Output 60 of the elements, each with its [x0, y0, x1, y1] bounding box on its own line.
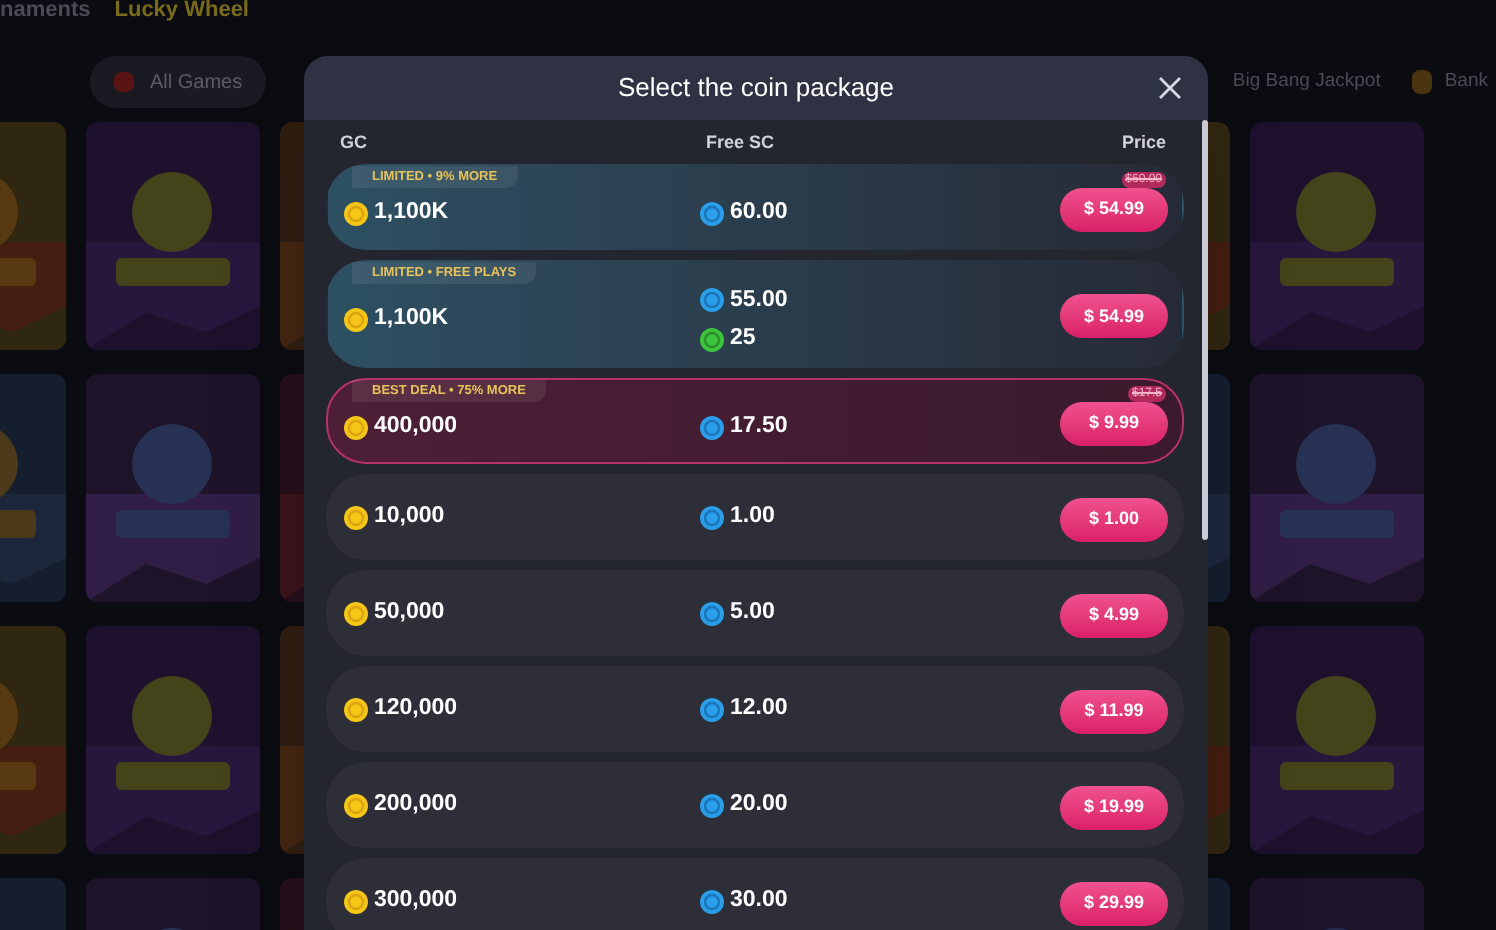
coin-amount: 200,000 [374, 789, 458, 820]
column-header: Price [1121, 130, 1166, 157]
coin-amount: 10,000 [374, 501, 445, 532]
coin-amount: 5.00 [730, 597, 775, 628]
package-row[interactable]: 120,000 12.00 $ 11.99 [326, 666, 1184, 752]
nav-tab[interactable]: Lucky Wheel [114, 0, 249, 27]
coin-amount: 30.00 [730, 885, 788, 916]
close-icon[interactable] [1158, 76, 1182, 100]
coin-icon [344, 415, 368, 439]
price-button[interactable]: $ 1.00 [1060, 497, 1168, 542]
package-row[interactable]: 10,000 1.00 $ 1.00 [326, 474, 1184, 560]
coin-icon [344, 889, 368, 913]
scrollbar[interactable] [1202, 120, 1208, 540]
price-button[interactable]: $ 4.99 [1060, 593, 1168, 638]
package-row[interactable]: 50,000 5.00 $ 4.99 [326, 570, 1184, 656]
category-icon [1412, 70, 1433, 94]
category-tab[interactable]: Bank [1412, 56, 1488, 108]
package-row[interactable]: 200,000 20.00 $ 19.99 [326, 762, 1184, 848]
coin-amount: 1,100K [374, 197, 449, 228]
coin-amount: 12.00 [730, 693, 788, 724]
category-tab[interactable]: Big Bang Jackpot [1232, 56, 1381, 108]
coin-amount: 1,100K [374, 304, 449, 335]
category-icon [114, 72, 134, 92]
sweeps-coin-icon [700, 697, 724, 721]
price-button[interactable]: $ 9.99 [1060, 401, 1168, 446]
sweeps-coin-icon [700, 201, 724, 225]
coin-icon [344, 505, 368, 529]
column-header: Free SC [706, 130, 777, 157]
column-header: GC [340, 130, 369, 157]
coin-amount: 17.50 [730, 411, 788, 442]
price-button[interactable]: $ 54.99 [1060, 294, 1168, 339]
coin-amount: 1.00 [730, 501, 775, 532]
package-row[interactable]: 300,000 30.00 $ 29.99 [326, 858, 1184, 930]
sweeps-coin-icon [700, 415, 724, 439]
sweeps-coin-icon [700, 793, 724, 817]
coin-amount: 60.00 [730, 197, 788, 228]
coin-icon [344, 793, 368, 817]
coin-icon [344, 201, 368, 225]
coin-amount: 50,000 [374, 597, 445, 628]
coin-icon [344, 601, 368, 625]
sweeps-coin-icon [700, 601, 724, 625]
coin-amount: 400,000 [374, 411, 458, 442]
coin-icon [344, 308, 368, 332]
sweeps-coin-icon [700, 505, 724, 529]
price-button[interactable]: $ 29.99 [1060, 881, 1168, 926]
nav-tab[interactable]: naments [0, 0, 91, 27]
price-button[interactable]: $ 54.99 [1060, 187, 1168, 232]
dialog-title: Select the coin package [617, 70, 895, 107]
coin-amount: 25 [730, 324, 756, 354]
sweeps-coin-icon [700, 889, 724, 913]
coin-amount: 300,000 [374, 885, 458, 916]
free-play-icon [700, 327, 724, 352]
price-button[interactable]: $ 19.99 [1060, 785, 1168, 830]
coin-amount: 55.00 [730, 285, 788, 316]
coin-amount: 120,000 [374, 693, 458, 724]
sweeps-coin-icon [700, 288, 724, 313]
coin-amount: 20.00 [730, 789, 788, 820]
coin-icon [344, 697, 368, 721]
category-tab[interactable]: All Games [90, 56, 267, 108]
price-button[interactable]: $ 11.99 [1060, 689, 1168, 734]
